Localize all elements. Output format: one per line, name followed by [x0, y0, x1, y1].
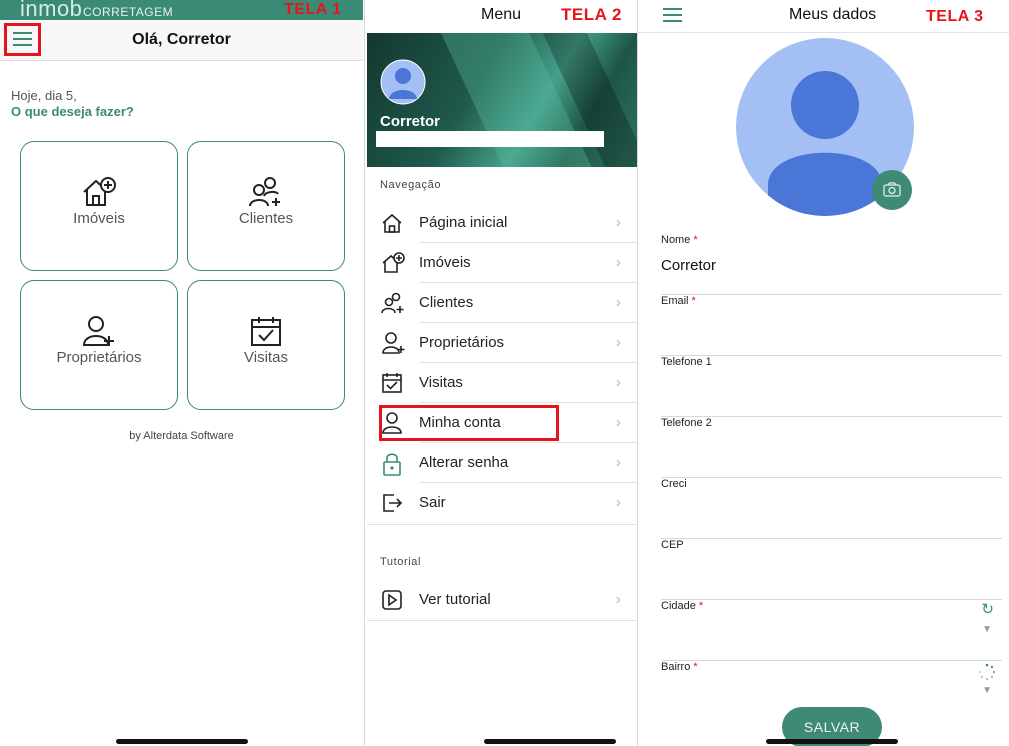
home-indicator[interactable] — [766, 739, 898, 744]
menu-item-label: Clientes — [419, 294, 474, 311]
home-indicator[interactable] — [116, 739, 248, 744]
tela-3-tag: TELA 3 — [926, 8, 984, 25]
user-plus-icon — [82, 316, 114, 346]
tela-2-tag: TELA 2 — [561, 5, 622, 24]
play-icon — [382, 590, 402, 610]
highlight-box — [379, 405, 559, 441]
house-plus-icon — [83, 177, 116, 206]
chevron-right-icon: › — [615, 591, 621, 608]
menu-item-label: Ver tutorial — [419, 591, 491, 608]
tile-label: Visitas — [244, 349, 288, 366]
change-photo-button[interactable] — [872, 170, 912, 210]
tela-1-tag: TELA 1 — [284, 1, 342, 18]
field-email[interactable]: Email * — [661, 295, 1002, 356]
brand-subtitle: CORRETAGEM — [83, 5, 174, 19]
field-label: Bairro * — [661, 661, 698, 673]
tile-label: Clientes — [238, 210, 294, 227]
calendar-check-icon — [251, 317, 281, 346]
logout-icon — [383, 494, 403, 512]
menu-item-proprietarios[interactable]: Proprietários › — [367, 323, 637, 363]
tile-proprietarios[interactable]: Proprietários — [20, 280, 178, 410]
refresh-icon[interactable]: ↻ — [981, 600, 994, 618]
field-label: CEP — [661, 539, 684, 551]
tile-label: Proprietários — [56, 349, 142, 366]
section-navigation: Navegação — [380, 179, 442, 191]
menu-item-ver-tutorial[interactable]: Ver tutorial › — [367, 580, 637, 620]
tile-imoveis[interactable]: Imóveis — [20, 141, 178, 271]
section-tutorial: Tutorial — [380, 556, 422, 568]
users-plus-icon — [381, 292, 404, 314]
camera-icon — [883, 182, 901, 197]
profile-email-redacted — [376, 131, 604, 147]
menu-item-label: Sair — [419, 494, 446, 511]
panel-divider — [364, 0, 365, 746]
tile-clientes[interactable]: Clientes — [187, 141, 345, 271]
page-title: Olá, Corretor — [132, 31, 231, 48]
chevron-right-icon: › — [615, 494, 621, 511]
profile-banner: Corretor — [367, 33, 637, 167]
calendar-check-icon — [382, 373, 402, 393]
lock-icon — [383, 453, 401, 476]
house-plus-icon — [382, 252, 405, 273]
user-plus-icon — [382, 332, 405, 354]
field-label: Creci — [661, 478, 687, 490]
chevron-right-icon: › — [615, 414, 621, 431]
chevron-right-icon: › — [615, 214, 621, 231]
chevron-right-icon: › — [615, 454, 621, 471]
dropdown-caret-icon[interactable]: ▼ — [982, 685, 992, 696]
screen-menu: Menu TELA 2 Corretor Navegação Página in… — [367, 0, 637, 746]
field-label: Cidade * — [661, 600, 704, 612]
menu-item-label: Imóveis — [419, 254, 471, 271]
home-icon — [382, 213, 402, 233]
field-telefone-1[interactable]: Telefone 1 — [661, 356, 1002, 417]
field-value: Corretor — [661, 257, 717, 274]
divider — [367, 620, 637, 621]
menu-item-label: Visitas — [419, 374, 463, 391]
menu-item-alterar-senha[interactable]: Alterar senha › — [367, 443, 637, 483]
field-label: Email * — [661, 295, 696, 307]
greeting-text: Hoje, dia 5, — [11, 88, 77, 103]
home-header: Olá, Corretor — [0, 20, 363, 61]
profile-name: Corretor — [380, 113, 441, 130]
menu-item-visitas[interactable]: Visitas › — [367, 363, 637, 403]
menu-item-label: Alterar senha — [419, 454, 509, 471]
chevron-right-icon: › — [615, 254, 621, 271]
status-bar: inmob CORRETAGEM TELA 1 — [0, 0, 363, 21]
menu-item-sair[interactable]: Sair › — [367, 483, 637, 523]
field-telefone-2[interactable]: Telefone 2 — [661, 417, 1002, 478]
divider — [367, 524, 637, 525]
screen-my-data: Meus dados TELA 3 Nome * Corretor Email * … — [638, 0, 1009, 746]
menu-item-pagina-inicial[interactable]: Página inicial › — [367, 203, 637, 243]
menu-item-clientes[interactable]: Clientes › — [367, 283, 637, 323]
field-cep[interactable]: CEP — [661, 539, 1002, 600]
field-label: Telefone 1 — [661, 356, 712, 368]
menu-item-label: Proprietários — [419, 334, 505, 351]
field-cidade[interactable]: Cidade * ↻ ▼ — [661, 600, 1002, 661]
menu-item-imoveis[interactable]: Imóveis › — [367, 243, 637, 283]
chevron-right-icon: › — [615, 374, 621, 391]
screen-home: inmob CORRETAGEM TELA 1 Olá, Corretor Ho… — [0, 0, 363, 746]
tile-label: Imóveis — [73, 210, 125, 227]
field-label: Nome * — [661, 234, 698, 246]
loading-spinner-icon — [979, 663, 996, 680]
field-label: Telefone 2 — [661, 417, 712, 429]
tile-visitas[interactable]: Visitas — [187, 280, 345, 410]
field-creci[interactable]: Creci — [661, 478, 1002, 539]
dropdown-caret-icon[interactable]: ▼ — [982, 624, 992, 635]
question-text: O que deseja fazer? — [11, 104, 134, 119]
chevron-right-icon: › — [615, 334, 621, 351]
users-plus-icon — [249, 177, 280, 207]
footer-credit: by Alterdata Software — [129, 430, 234, 442]
menu-item-label: Página inicial — [419, 214, 508, 231]
my-data-header: Meus dados TELA 3 — [638, 0, 1009, 33]
field-nome[interactable]: Nome * Corretor — [661, 234, 1002, 295]
chevron-right-icon: › — [615, 294, 621, 311]
menu-header: Menu TELA 2 — [367, 0, 637, 33]
brand-logo: inmob — [20, 0, 83, 21]
avatar-icon — [380, 59, 426, 105]
home-indicator[interactable] — [484, 739, 616, 744]
